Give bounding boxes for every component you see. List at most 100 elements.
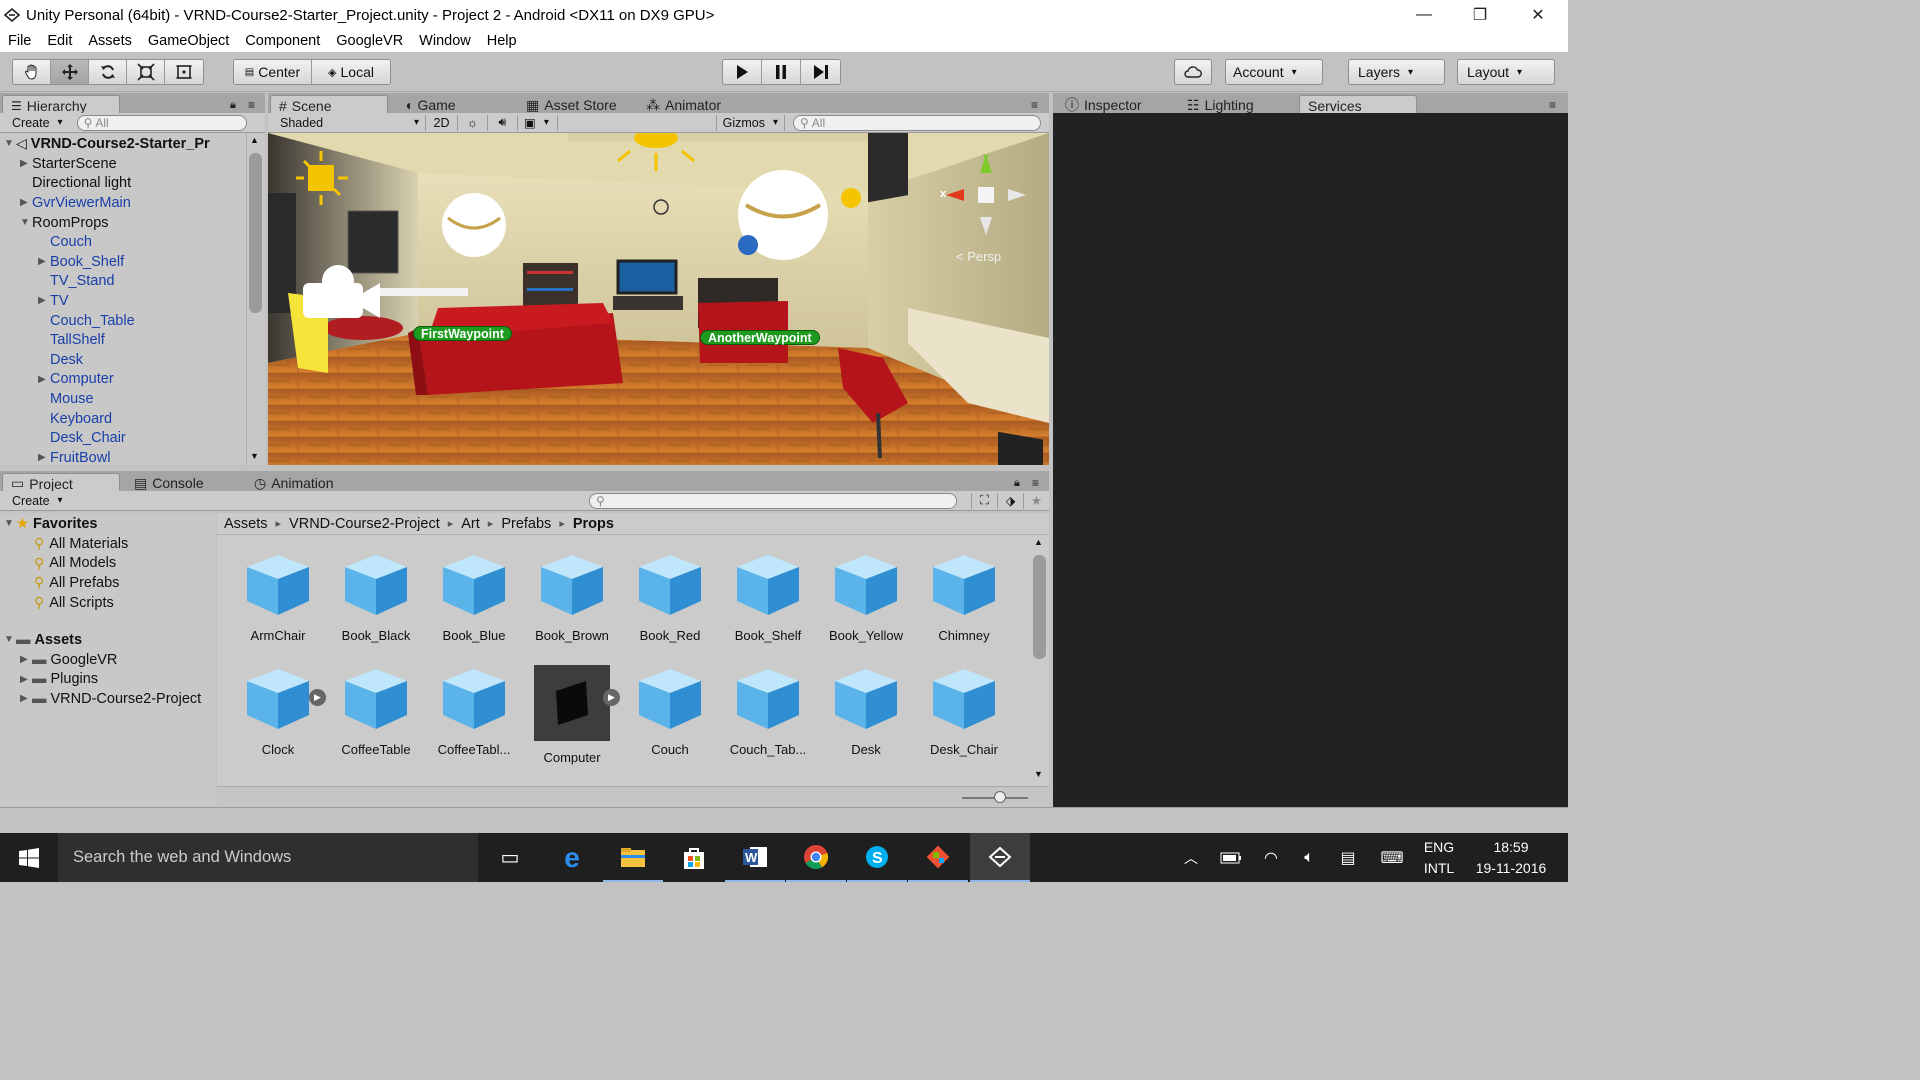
scroll-down-icon[interactable]: ▼ bbox=[250, 451, 259, 461]
project-search-input[interactable]: ⚲ bbox=[589, 492, 957, 509]
project-create-dropdown[interactable]: Create bbox=[6, 493, 69, 509]
persp-label[interactable]: < Persp bbox=[956, 249, 1001, 264]
cloud-icon[interactable] bbox=[1174, 59, 1212, 85]
gizmos-dropdown[interactable]: Gizmos bbox=[715, 114, 785, 131]
skype-icon[interactable]: S bbox=[847, 833, 907, 882]
hierarchy-item[interactable]: ▶ StarterScene bbox=[20, 154, 117, 174]
edge-icon[interactable]: e bbox=[542, 833, 602, 882]
scene-search-input[interactable]: ⚲ All bbox=[793, 114, 1041, 131]
restore-icon[interactable]: ❐ bbox=[1452, 0, 1508, 30]
asset-scroll-thumb[interactable] bbox=[1033, 555, 1046, 659]
scroll-up-icon[interactable]: ▲ bbox=[250, 135, 259, 145]
chevron-up-icon[interactable]: ︿ bbox=[1178, 833, 1204, 882]
expand-prefab-icon[interactable]: ▶ bbox=[603, 689, 620, 706]
panel-menu-icon[interactable]: ≡ bbox=[1541, 95, 1564, 115]
scroll-down-icon[interactable]: ▼ bbox=[1034, 769, 1043, 779]
asset-item[interactable]: Book_Blue bbox=[429, 551, 519, 651]
notifications-icon[interactable]: ▤ bbox=[1333, 833, 1363, 882]
menu-component[interactable]: Component bbox=[237, 33, 328, 49]
tab-inspector[interactable]: ⓘ Inspector bbox=[1057, 95, 1150, 115]
file-explorer-icon[interactable] bbox=[603, 833, 663, 882]
hierarchy-item[interactable]: Directional light bbox=[20, 174, 131, 194]
favorites-header[interactable]: ▼ ★ Favorites bbox=[4, 514, 97, 534]
breadcrumb-item[interactable]: VRND-Course2-Project bbox=[289, 516, 440, 532]
tab-hierarchy[interactable]: ☰ Hierarchy bbox=[2, 95, 120, 115]
layout-dropdown[interactable]: Layout bbox=[1457, 59, 1555, 85]
pause-icon[interactable] bbox=[762, 60, 801, 84]
asset-item[interactable]: Couch bbox=[625, 665, 715, 765]
hierarchy-search-input[interactable]: ⚲ All bbox=[76, 114, 247, 131]
chevron-right-icon[interactable]: ▶ bbox=[38, 295, 50, 306]
chevron-right-icon[interactable]: ▶ bbox=[38, 256, 50, 267]
chevron-right-icon[interactable]: ▶ bbox=[38, 374, 50, 385]
breadcrumb-item[interactable]: Assets bbox=[224, 516, 268, 532]
store-icon[interactable] bbox=[664, 833, 724, 882]
asset-item[interactable]: Desk_Chair bbox=[919, 665, 1009, 765]
scroll-up-icon[interactable]: ▲ bbox=[1034, 537, 1043, 547]
hierarchy-item[interactable]: ▶ Computer bbox=[38, 370, 114, 390]
chevron-right-icon[interactable]: ▶ bbox=[20, 674, 32, 685]
scene-viewport[interactable]: y x < Persp FirstWaypoint AnotherWaypoin… bbox=[268, 133, 1049, 465]
asset-folder[interactable]: ▶ ▬ Plugins bbox=[20, 670, 98, 690]
layers-dropdown[interactable]: Layers bbox=[1348, 59, 1445, 85]
hierarchy-root[interactable]: ▼ ◁ VRND-Course2-Starter_Pr bbox=[4, 134, 210, 154]
hierarchy-item[interactable]: TV_Stand bbox=[38, 272, 115, 292]
hierarchy-item[interactable]: ▶ GvrViewerMain bbox=[20, 193, 131, 213]
toggle-2d-button[interactable]: 2D bbox=[426, 114, 458, 131]
asset-item[interactable]: Computer bbox=[527, 665, 617, 765]
task-view-icon[interactable]: ▭ bbox=[480, 833, 540, 882]
asset-item[interactable]: Book_Red bbox=[625, 551, 715, 651]
menu-file[interactable]: File bbox=[0, 33, 39, 49]
hierarchy-item[interactable]: ▶ FruitBowl bbox=[38, 448, 110, 468]
favorite-item[interactable]: ⚲ All Scripts bbox=[34, 593, 114, 613]
asset-item[interactable]: ArmChair bbox=[233, 551, 323, 651]
menu-help[interactable]: Help bbox=[479, 33, 525, 49]
tab-animator[interactable]: ⁂ Animator bbox=[638, 95, 729, 115]
chrome-icon[interactable] bbox=[786, 833, 846, 882]
scene-lighting-icon[interactable]: ☼ bbox=[458, 114, 488, 131]
hierarchy-scrollbar[interactable]: ▲ ▼ bbox=[246, 133, 263, 465]
favorite-item[interactable]: ⚲ All Materials bbox=[34, 534, 128, 554]
tab-game[interactable]: ◖ Game bbox=[396, 95, 464, 115]
chevron-right-icon[interactable]: ▶ bbox=[20, 654, 32, 665]
tab-project[interactable]: ▭ Project bbox=[2, 473, 120, 493]
chevron-right-icon[interactable]: ▶ bbox=[20, 197, 32, 208]
hierarchy-item[interactable]: ▶ Book_Shelf bbox=[38, 252, 124, 272]
play-icon[interactable] bbox=[723, 60, 762, 84]
hierarchy-item[interactable]: Couch bbox=[38, 232, 92, 252]
tab-asset-store[interactable]: ▦ Asset Store bbox=[518, 95, 625, 115]
volume-icon[interactable]: 🔈︎ bbox=[1294, 833, 1324, 882]
battery-icon[interactable] bbox=[1216, 833, 1246, 882]
panel-menu-icon[interactable]: ≡ bbox=[1023, 95, 1046, 115]
asset-scrollbar[interactable]: ▲ ▼ bbox=[1031, 537, 1048, 784]
language-indicator[interactable]: ENG INTL bbox=[1414, 833, 1464, 882]
asset-item[interactable]: Book_Brown bbox=[527, 551, 617, 651]
asset-item[interactable]: Clock bbox=[233, 665, 323, 765]
scale-icon[interactable] bbox=[127, 60, 165, 84]
asset-item[interactable]: Book_Yellow bbox=[821, 551, 911, 651]
asset-item[interactable]: Book_Black bbox=[331, 551, 421, 651]
tab-services[interactable]: Services bbox=[1299, 95, 1417, 115]
hierarchy-item[interactable]: Couch_Table bbox=[38, 311, 135, 331]
close-icon[interactable]: ✕ bbox=[1510, 0, 1566, 30]
audio-icon[interactable]: 🔊︎ bbox=[488, 114, 518, 131]
asset-item[interactable]: CoffeeTable bbox=[331, 665, 421, 765]
rotate-icon[interactable] bbox=[89, 60, 127, 84]
hierarchy-item[interactable]: Desk_Chair bbox=[38, 428, 126, 448]
favorite-item[interactable]: ⚲ All Models bbox=[34, 554, 116, 574]
hand-icon[interactable] bbox=[13, 60, 51, 84]
asset-item[interactable]: CoffeeTabl... bbox=[429, 665, 519, 765]
breadcrumb-item[interactable]: Art bbox=[461, 516, 480, 532]
git-icon[interactable] bbox=[908, 833, 968, 882]
step-icon[interactable] bbox=[801, 60, 840, 84]
pivot-center-button[interactable]: ▤ Center bbox=[234, 60, 312, 84]
asset-item[interactable]: Chimney bbox=[919, 551, 1009, 651]
chevron-right-icon[interactable]: ▶ bbox=[20, 693, 32, 704]
hierarchy-create-dropdown[interactable]: Create bbox=[6, 115, 69, 131]
expand-prefab-icon[interactable]: ▶ bbox=[309, 689, 326, 706]
menu-edit[interactable]: Edit bbox=[39, 33, 80, 49]
star-icon[interactable]: ★ bbox=[1023, 492, 1049, 509]
start-icon[interactable] bbox=[0, 833, 58, 882]
hierarchy-item[interactable]: ▶ TV bbox=[38, 291, 69, 311]
menu-assets[interactable]: Assets bbox=[80, 33, 140, 49]
